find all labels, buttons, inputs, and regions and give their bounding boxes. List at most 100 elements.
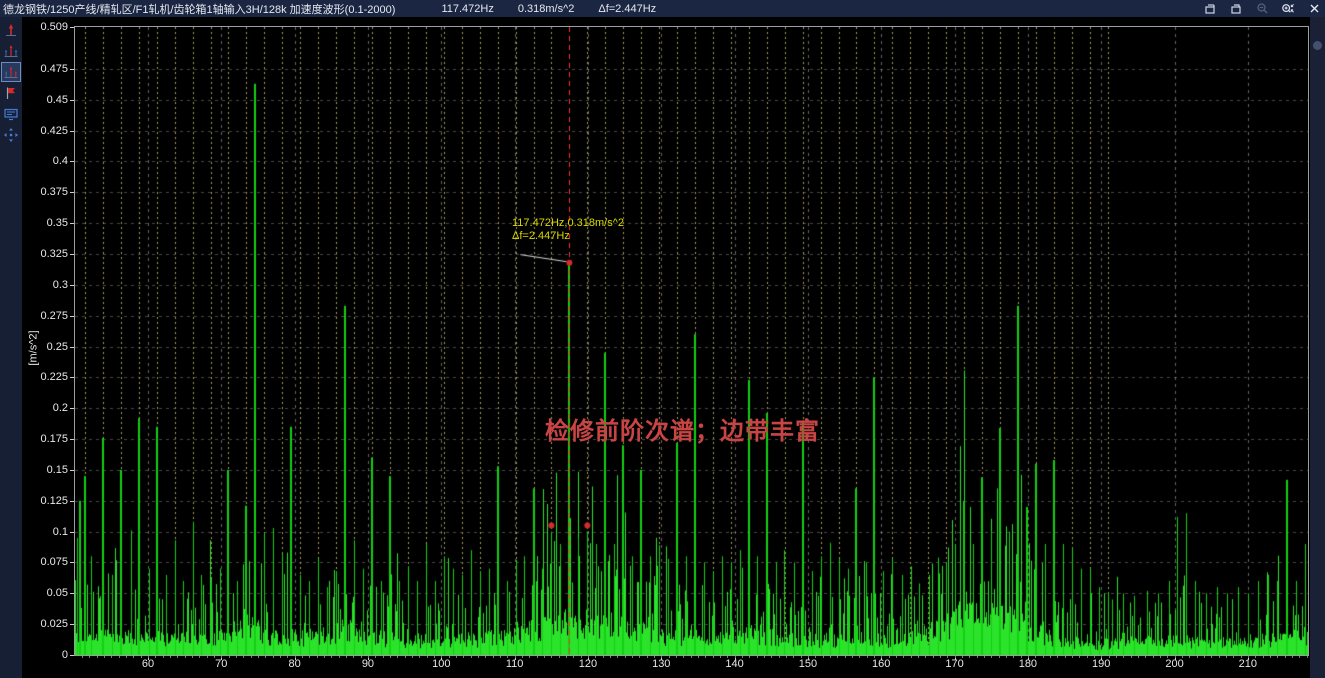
x-minor-tick-mark — [1299, 656, 1300, 658]
x-minor-tick-mark — [148, 656, 149, 658]
x-minor-tick-mark — [361, 656, 362, 658]
y-tick-label: 0.225 — [24, 371, 68, 383]
x-minor-tick-mark — [1072, 656, 1073, 658]
x-minor-tick-mark — [881, 656, 882, 658]
title-bar: 德龙钢铁/1250产线/精轧区/F1轧机/齿轮箱1轴输入3H/128k 加速度波… — [0, 0, 1325, 17]
zoom-fit-icon[interactable] — [1281, 2, 1295, 16]
x-minor-tick-mark — [104, 656, 105, 658]
x-minor-tick-mark — [155, 656, 156, 658]
x-minor-tick-mark — [507, 656, 508, 658]
y-tick-label: 0.475 — [24, 63, 68, 75]
x-minor-tick-mark — [412, 656, 413, 658]
x-minor-tick-mark — [889, 656, 890, 658]
x-minor-tick-mark — [969, 656, 970, 658]
x-minor-tick-mark — [317, 656, 318, 658]
x-minor-tick-mark — [1197, 656, 1198, 658]
x-minor-tick-mark — [287, 656, 288, 658]
y-tick-label: 0.05 — [24, 587, 68, 599]
y-tick-label: 0.425 — [24, 125, 68, 137]
y-tick-mark — [70, 470, 74, 471]
y-tick-mark — [70, 439, 74, 440]
x-minor-tick-mark — [742, 656, 743, 658]
single-cursor-tool[interactable] — [1, 20, 21, 40]
x-minor-tick-mark — [903, 656, 904, 658]
x-minor-tick-mark — [933, 656, 934, 658]
x-minor-tick-mark — [764, 656, 765, 658]
x-minor-tick-mark — [984, 656, 985, 658]
x-minor-tick-mark — [185, 656, 186, 658]
x-minor-tick-mark — [1006, 656, 1007, 658]
x-minor-tick-mark — [471, 656, 472, 658]
x-minor-tick-mark — [1101, 656, 1102, 658]
y-tick-mark — [70, 69, 74, 70]
x-minor-tick-mark — [566, 656, 567, 658]
x-minor-tick-mark — [925, 656, 926, 658]
x-minor-tick-mark — [434, 656, 435, 658]
x-minor-tick-mark — [1263, 656, 1264, 658]
x-minor-tick-mark — [837, 656, 838, 658]
display-list-tool[interactable] — [1, 104, 21, 124]
cursor-annotation-line1: 117.472Hz,0.318m/s^2 — [512, 217, 624, 230]
x-minor-tick-mark — [170, 656, 171, 658]
sideband-cursor-tool[interactable] — [1, 62, 21, 82]
y-tick-mark — [70, 285, 74, 286]
x-minor-tick-mark — [610, 656, 611, 658]
x-minor-tick-mark — [1270, 656, 1271, 658]
x-minor-tick-mark — [383, 656, 384, 658]
x-minor-tick-mark — [779, 656, 780, 658]
x-minor-tick-mark — [331, 656, 332, 658]
restore-window-icon[interactable] — [1203, 2, 1217, 16]
x-minor-tick-mark — [199, 656, 200, 658]
zoom-out-icon[interactable] — [1255, 2, 1269, 16]
x-minor-tick-mark — [852, 656, 853, 658]
y-tick-mark — [70, 562, 74, 563]
x-minor-tick-mark — [867, 656, 868, 658]
x-minor-tick-mark — [251, 656, 252, 658]
x-minor-tick-mark — [537, 656, 538, 658]
x-minor-tick-mark — [669, 656, 670, 658]
y-tick-mark — [70, 593, 74, 594]
x-minor-tick-mark — [940, 656, 941, 658]
pan-move-tool[interactable] — [1, 125, 21, 145]
x-minor-tick-mark — [529, 656, 530, 658]
x-minor-tick-mark — [1153, 656, 1154, 658]
x-minor-tick-mark — [808, 656, 809, 658]
x-minor-tick-mark — [375, 656, 376, 658]
x-minor-tick-mark — [229, 656, 230, 658]
x-minor-tick-mark — [1028, 656, 1029, 658]
x-minor-tick-mark — [89, 656, 90, 658]
x-minor-tick-mark — [639, 656, 640, 658]
x-minor-tick-mark — [661, 656, 662, 658]
x-minor-tick-mark — [823, 656, 824, 658]
x-minor-tick-mark — [273, 656, 274, 658]
x-minor-tick-mark — [1145, 656, 1146, 658]
close-window-icon[interactable] — [1307, 2, 1321, 16]
y-tick-label: 0.325 — [24, 248, 68, 260]
spectrum-canvas[interactable] — [75, 27, 1308, 655]
x-minor-tick-mark — [405, 656, 406, 658]
y-tick-mark — [70, 316, 74, 317]
spectrum-plot-area — [74, 26, 1309, 656]
harmonic-cursor-tool[interactable] — [1, 41, 21, 61]
x-minor-tick-mark — [691, 656, 692, 658]
x-minor-tick-mark — [390, 656, 391, 658]
x-minor-tick-mark — [1204, 656, 1205, 658]
x-minor-tick-mark — [786, 656, 787, 658]
copy-window-icon[interactable] — [1229, 2, 1243, 16]
x-minor-tick-mark — [830, 656, 831, 658]
scroll-indicator[interactable] — [1313, 41, 1322, 50]
y-tick-label: 0.375 — [24, 186, 68, 198]
cursor-annotation[interactable]: 117.472Hz,0.318m/s^2 Δf=2.447Hz — [512, 217, 624, 243]
y-tick-mark — [70, 532, 74, 533]
x-minor-tick-mark — [918, 656, 919, 658]
x-minor-tick-mark — [141, 656, 142, 658]
x-minor-tick-mark — [1189, 656, 1190, 658]
cursor-frequency-readout: 117.472Hz — [441, 3, 493, 15]
x-minor-tick-mark — [280, 656, 281, 658]
flag-marker-tool[interactable] — [1, 83, 21, 103]
x-minor-tick-mark — [1123, 656, 1124, 658]
x-minor-tick-mark — [859, 656, 860, 658]
x-minor-tick-mark — [1079, 656, 1080, 658]
x-minor-tick-mark — [309, 656, 310, 658]
x-minor-tick-mark — [1116, 656, 1117, 658]
